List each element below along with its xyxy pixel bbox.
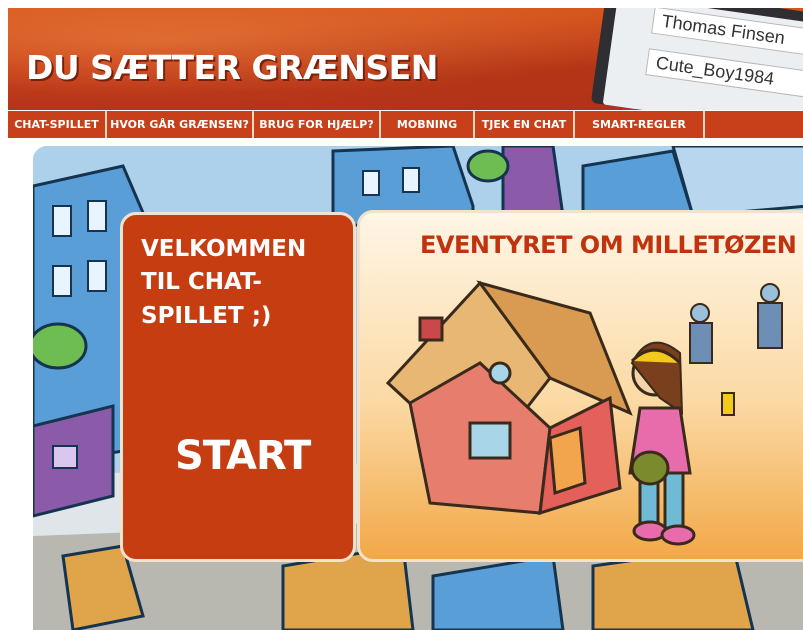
nav-item-smart-regler[interactable]: SMART-REGLER [575,111,705,138]
nav-item-hvor-gaar-graensen[interactable]: HVOR GÅR GRÆNSEN? [107,111,254,138]
header-banner: DU SÆTTER GRÆNSEN Thomas Finsen Cute_Boy… [8,8,803,110]
nav-item-extra[interactable] [705,111,803,138]
header-monitor-illustration: Thomas Finsen Cute_Boy1984 ☛ [590,8,803,110]
start-button[interactable]: START [175,433,311,479]
monitor-screen: Thomas Finsen Cute_Boy1984 ☛ [602,8,803,110]
nickname-display-field: Cute_Boy1984 [645,48,803,99]
nav-item-chat-spillet[interactable]: CHAT-SPILLET [8,111,107,138]
site-title: DU SÆTTER GRÆNSEN [26,48,438,87]
story-panel[interactable]: EVENTYRET OM MILLETØZEN [357,210,803,562]
welcome-panel: VELKOMMEN TIL CHAT-SPILLET ;) START [120,212,356,562]
welcome-heading: VELKOMMEN TIL CHAT-SPILLET ;) [141,236,307,329]
nav-item-brug-for-hjaelp[interactable]: BRUG FOR HJÆLP? [254,111,381,138]
main-nav: CHAT-SPILLET HVOR GÅR GRÆNSEN? BRUG FOR … [8,111,803,138]
nav-item-tjek-en-chat[interactable]: TJEK EN CHAT [475,111,575,138]
story-illustration [385,280,783,546]
nav-item-mobning[interactable]: MOBNING [381,111,475,138]
